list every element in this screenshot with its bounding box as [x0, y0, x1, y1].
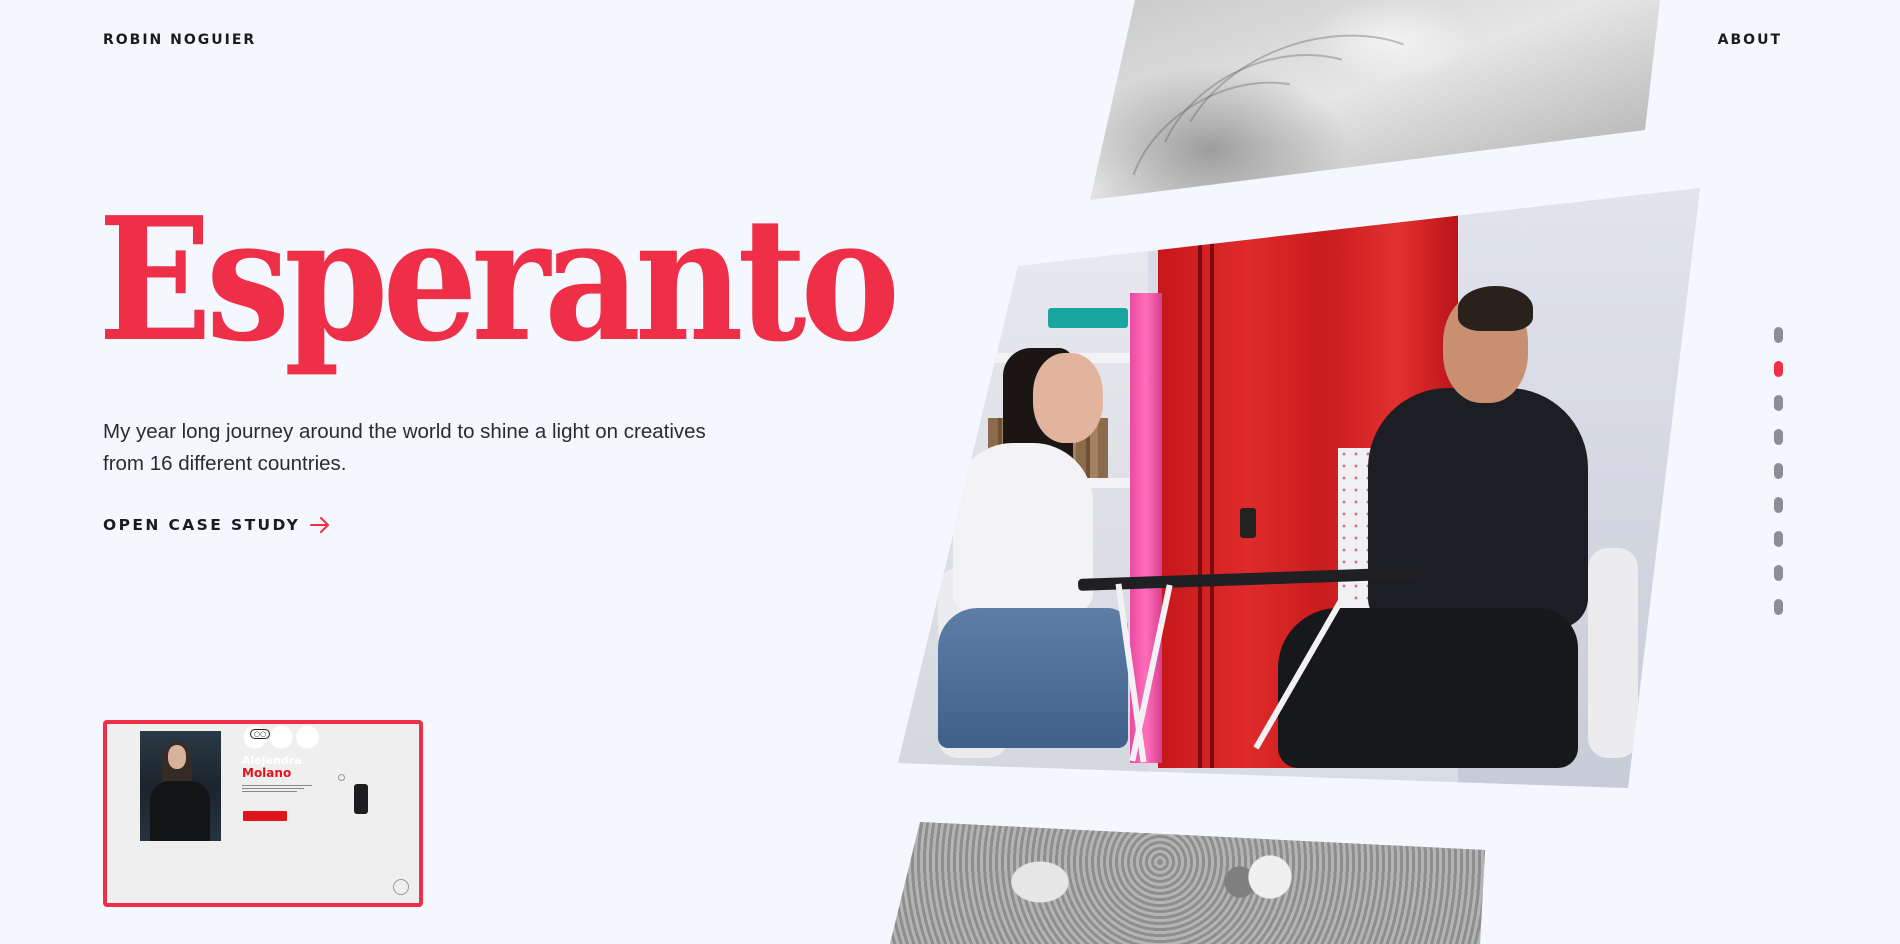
slider-dot-5[interactable] [1774, 463, 1783, 479]
arrow-right-icon [310, 517, 330, 533]
slider-dot-7[interactable] [1774, 531, 1783, 547]
thumbnail-circle-icon [338, 774, 345, 781]
slider-dot-4[interactable] [1774, 429, 1783, 445]
slider-dot-2[interactable] [1774, 361, 1783, 377]
thumbnail-description-lines [242, 784, 322, 794]
thumbnail-corner-circle-icon [393, 879, 409, 895]
slider-dot-1[interactable] [1774, 327, 1783, 343]
slider-dot-9[interactable] [1774, 599, 1783, 615]
thumbnail-portrait [140, 731, 221, 841]
project-description: My year long journey around the world to… [103, 420, 706, 475]
thumbnail-button [243, 811, 287, 821]
open-case-study-button[interactable]: OPEN CASE STUDY [103, 516, 330, 534]
featured-project-image[interactable] [898, 188, 1700, 788]
cta-label: OPEN CASE STUDY [103, 516, 301, 534]
about-link[interactable]: ABOUT [1718, 32, 1782, 48]
slider-dot-6[interactable] [1774, 497, 1783, 513]
slider-dot-8[interactable] [1774, 565, 1783, 581]
project-title: Esperanto [98, 180, 900, 380]
thumbnail-speaker-image [354, 784, 368, 814]
thumbnail-logo: ○○ [250, 729, 271, 739]
previous-project-image[interactable] [1090, 0, 1660, 200]
brand-logo[interactable]: ROBIN NOGUIER [103, 32, 256, 48]
slider-dot-3[interactable] [1774, 395, 1783, 411]
next-project-thumbnail[interactable]: ●●● ○○ Alejandra Molano [103, 720, 423, 907]
thumbnail-name-last: Molano [242, 766, 292, 780]
page: ROBIN NOGUIER ABOUT Esperanto My year lo… [0, 0, 1900, 944]
next-project-image[interactable] [890, 822, 1485, 944]
project-slider-dots [1774, 327, 1783, 615]
